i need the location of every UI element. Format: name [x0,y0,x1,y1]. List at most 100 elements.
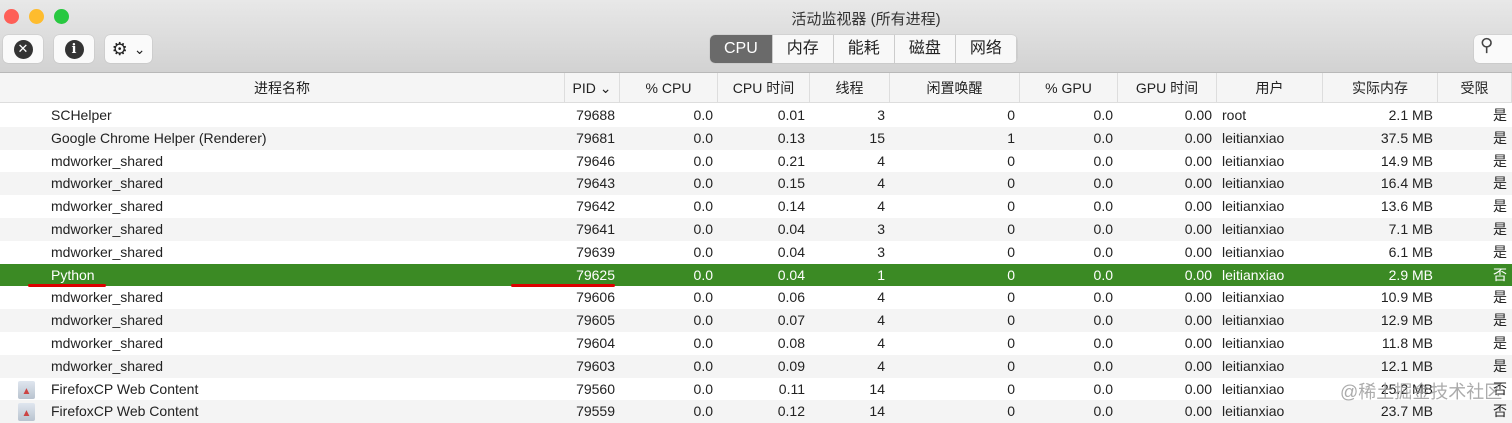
cell-text: 3 [877,107,885,123]
cell-text: 0.00 [1184,107,1212,123]
column-header-1[interactable]: PID ⌄ [565,73,620,103]
cell-text: 14 [869,380,885,397]
column-header-5[interactable]: 闲置唤醒 [890,73,1020,103]
cell-col-6: 0.0 [1020,309,1118,332]
cell-col-5: 0 [890,286,1020,309]
cell-col-7: 0.00 [1118,218,1217,241]
cell-text: 是 [1493,175,1507,192]
cell-text: 0.0 [693,403,713,420]
table-row[interactable]: mdworker_shared 79606 0.0 0.06 4 0 0.0 0.00 leit… [0,286,1512,309]
cell-text: 0.09 [777,357,805,374]
cell-col-10: 是 [1438,355,1512,378]
cell-col-2: 0.0 [620,218,718,241]
table-row[interactable]: mdworker_shared 79641 0.0 0.04 3 0 0.0 0.00 leit… [0,217,1512,241]
cell-col-1: 79603 [565,355,620,378]
cell-col-5: 0 [890,195,1020,218]
table-row[interactable]: mdworker_shared 79646 0.0 0.21 4 0 0.0 0.00 leit… [0,150,1512,173]
cell-col-6: 0.0 [1020,264,1118,287]
cell-text: 0.0 [693,380,713,397]
column-header-6[interactable]: % GPU [1020,73,1118,103]
cell-col-2: 0.0 [620,332,718,355]
table-row[interactable]: mdworker_shared 79604 0.0 0.08 4 0 0.0 0.00 leit… [0,332,1512,355]
cell-text: mdworker_shared [51,243,164,260]
column-header-3[interactable]: CPU 时间 [718,73,810,103]
cell-text: 是 [1493,152,1507,169]
table-row[interactable]: mdworker_shared 79605 0.0 0.07 4 0 0.0 0.00 leit… [0,309,1512,332]
cell-text: leitianxiao [1222,403,1285,420]
cell-text: leitianxiao [1222,266,1285,283]
search-field[interactable]: ⚲ [1474,35,1512,63]
table-row[interactable]: mdworker_shared 79639 0.0 0.04 3 0 0.0 0.00 leit… [0,241,1512,264]
cell-text: 3 [877,243,885,260]
tab-1[interactable]: 内存 [773,35,834,63]
cell-text: 0.0 [1093,175,1113,192]
cell-text: mdworker_shared [51,312,164,329]
cell-text: 0.0 [693,334,713,351]
cell-col-3: 0.04 [718,241,810,264]
table-row[interactable]: ▲ FirefoxCP Web Content 79560 0.0 0.11 14 0 0.0… [0,378,1512,401]
cell-text: 0 [1007,220,1015,237]
cell-col-5: 0 [890,172,1020,195]
cell-col-1: 79604 [565,332,620,355]
cell-text: 79688 [576,107,615,123]
cell-text: 0.04 [777,220,805,237]
cell-text: 0.00 [1184,266,1212,283]
inspect-process-button[interactable]: i [54,35,94,63]
cell-col-7: 0.00 [1118,264,1217,287]
cell-text: mdworker_shared [51,289,164,306]
table-row[interactable]: mdworker_shared 79643 0.0 0.15 4 0 0.0 0.00 leit… [0,172,1512,196]
tab-3[interactable]: 磁盘 [895,35,956,63]
table-row[interactable]: ▲ FirefoxCP Web Content 79559 0.0 0.12 14 0 0.0… [0,400,1512,423]
window-title: 活动监视器 (所有进程) [791,11,941,28]
table-row[interactable]: SCHelper 79688 0.0 0.01 3 0 0.0 0.00 root 2.1 MB 是 [0,104,1512,127]
cell-text: 0.0 [1093,312,1113,329]
cell-col-8: leitianxiao [1217,127,1323,150]
cell-col-9: 13.6 MB [1323,195,1438,218]
cell-col-10: 是 [1438,241,1512,264]
column-header-2[interactable]: % CPU [620,73,718,103]
action-menu-button[interactable]: ⚙ ⌄ [105,35,152,63]
cell-text: 4 [877,289,885,306]
cell-col-0: mdworker_shared [0,332,565,355]
cell-col-8: leitianxiao [1217,378,1323,401]
table-row[interactable]: mdworker_shared 79642 0.0 0.14 4 0 0.0 0.00 leit… [0,195,1512,218]
column-header-10[interactable]: 受限 [1438,73,1512,103]
cell-text: root [1222,107,1247,123]
table-row[interactable]: mdworker_shared 79603 0.0 0.09 4 0 0.0 0.00 leit… [0,354,1512,378]
cell-col-0: ▲ FirefoxCP Web Content [0,378,565,401]
cell-text: 0.00 [1184,152,1212,169]
column-header-0[interactable]: 进程名称 [0,73,565,103]
cell-col-1: 79560 [565,378,620,401]
cell-text: 79642 [576,198,615,215]
cell-text: 是 [1493,312,1507,329]
column-header-8[interactable]: 用户 [1217,73,1323,103]
cell-text: 0.0 [1093,334,1113,351]
cell-text: leitianxiao [1222,334,1285,351]
stop-process-button[interactable]: ✕ [3,35,43,63]
cell-text: 79604 [576,334,615,351]
cell-col-2: 0.0 [620,195,718,218]
cell-text: 79603 [576,357,615,374]
cell-text: 0.0 [693,220,713,237]
cell-col-1: 79643 [565,172,620,195]
cell-text: leitianxiao [1222,175,1285,192]
cell-col-8: leitianxiao [1217,400,1323,423]
table-row[interactable]: Google Chrome Helper (Renderer) 79681 0.0 0… [0,126,1512,150]
table-row[interactable]: Python 79625 0.0 0.04 1 0 0.0 0.00 leitianxiao 2.… [0,263,1512,287]
cell-text: 是 [1493,357,1507,374]
tab-4[interactable]: 网络 [956,35,1017,63]
cell-text: 0.00 [1184,243,1212,260]
column-header-7[interactable]: GPU 时间 [1118,73,1217,103]
tab-0[interactable]: CPU [710,35,773,63]
cell-col-5: 0 [890,400,1020,423]
cell-text: 0.11 [778,380,805,397]
cell-text: 0 [1007,403,1015,420]
cell-col-4: 1 [810,264,890,287]
column-header-9[interactable]: 实际内存 [1323,73,1438,103]
column-header-4[interactable]: 线程 [810,73,890,103]
info-icon: i [64,39,84,59]
tab-2[interactable]: 能耗 [834,35,895,63]
stop-icon: ✕ [13,39,33,59]
cell-col-8: leitianxiao [1217,286,1323,309]
cell-text: mdworker_shared [51,334,164,351]
